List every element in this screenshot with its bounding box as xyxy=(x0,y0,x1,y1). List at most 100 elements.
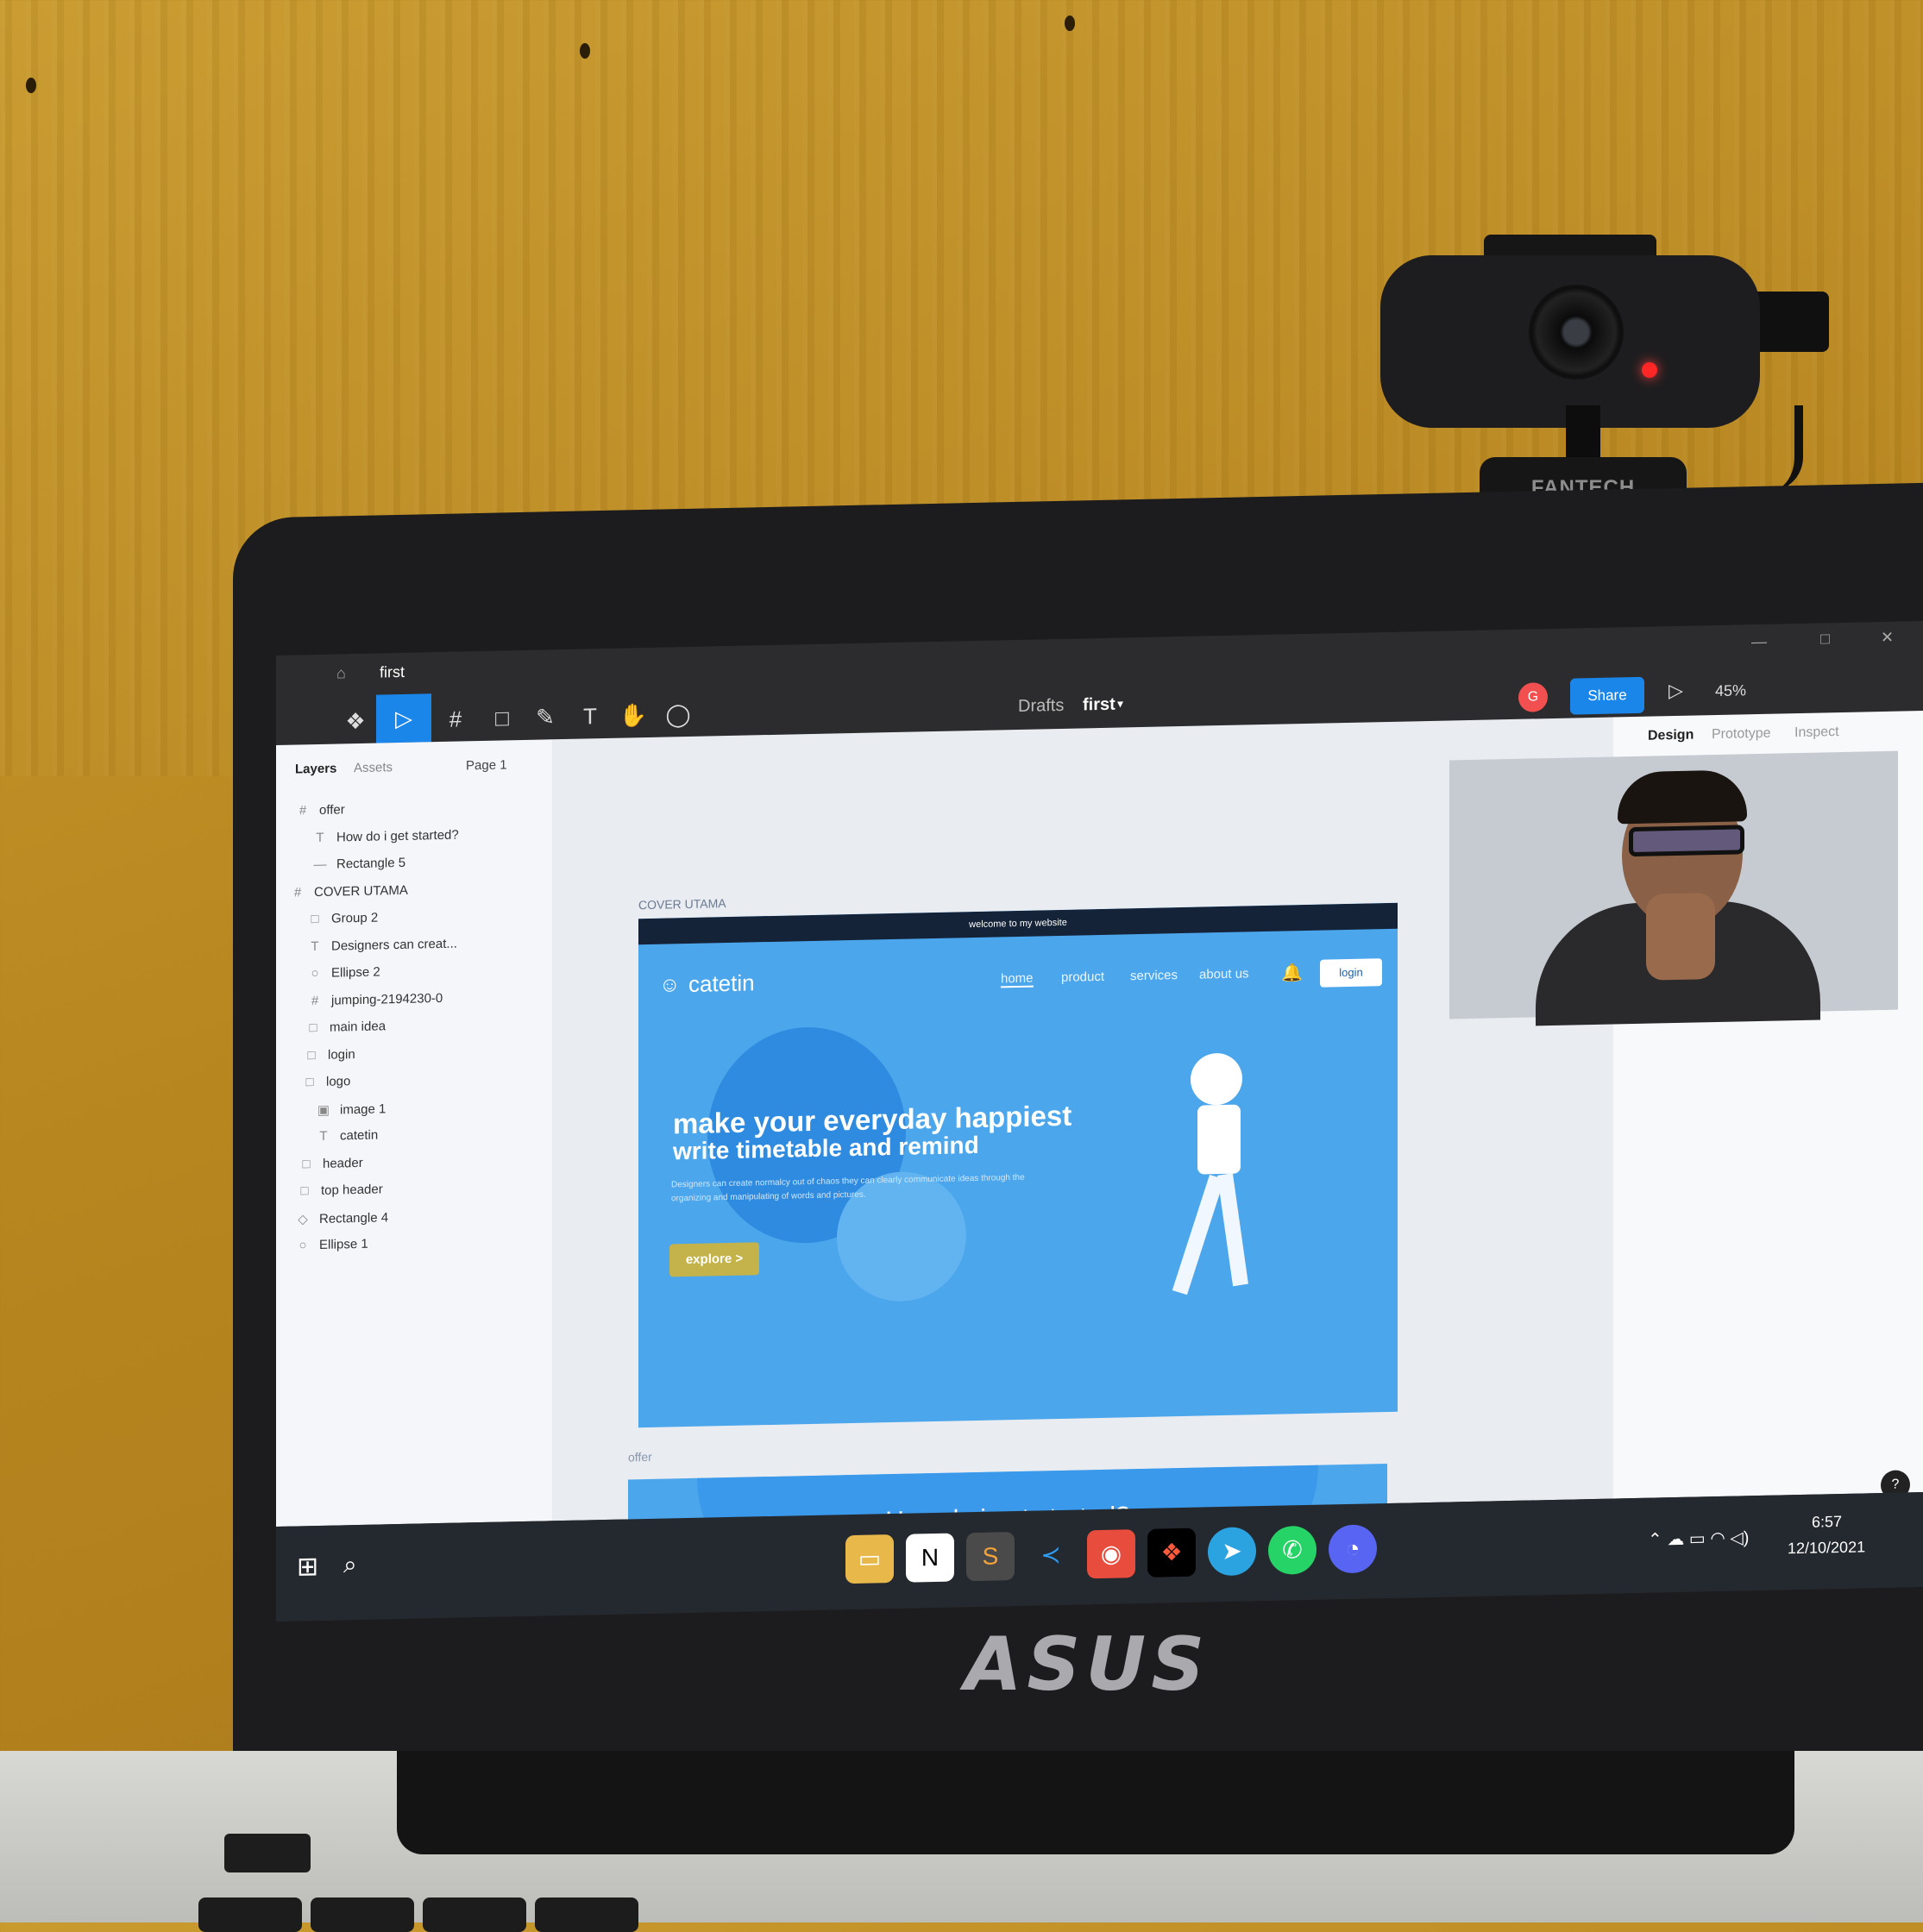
share-button[interactable]: Share xyxy=(1570,676,1644,715)
file-tab[interactable]: first xyxy=(380,663,405,682)
laptop-screen: ⌂ first — □ ✕ ❖ ▷ # □ ✎ T ✋ ◯ Drafts fir… xyxy=(276,621,1923,1622)
layer-item[interactable]: # jumping-2194230-0 xyxy=(307,990,443,1019)
file-name[interactable]: first xyxy=(1083,695,1115,716)
layer-item[interactable]: ○ Ellipse 1 xyxy=(295,1237,368,1264)
jumping-figure-head xyxy=(1191,1052,1242,1106)
home-icon[interactable]: ⌂ xyxy=(336,664,346,682)
move-tool-icon[interactable]: ▷ xyxy=(376,693,431,743)
telegram-icon[interactable]: ➤ xyxy=(1208,1527,1256,1577)
nav-home: home xyxy=(1001,970,1034,988)
site-logo: catetin xyxy=(688,969,755,997)
present-icon[interactable]: ▷ xyxy=(1668,680,1683,702)
layer-item[interactable]: □ main idea xyxy=(305,1019,386,1046)
webcam-led xyxy=(1642,362,1657,378)
layer-label: catetin xyxy=(340,1127,379,1144)
tab-design[interactable]: Design xyxy=(1648,728,1694,744)
layer-item[interactable]: Tcatetin xyxy=(316,1128,378,1156)
layer-label: Rectangle 5 xyxy=(336,855,406,872)
keyboard-key xyxy=(311,1898,414,1932)
close-icon[interactable]: ✕ xyxy=(1881,629,1894,647)
layer-item[interactable]: T Designers can creat... xyxy=(307,936,457,965)
headline-2: write timetable and remind xyxy=(673,1131,979,1165)
frame-tool-icon[interactable]: # xyxy=(437,701,474,737)
layer-type-icon: □ xyxy=(307,1047,316,1063)
tab-layers[interactable]: Layers xyxy=(295,762,336,777)
layer-label: logo xyxy=(326,1074,351,1089)
layer-item[interactable]: ○ Ellipse 2 xyxy=(307,964,380,992)
text-tool-icon[interactable]: T xyxy=(571,699,609,734)
page-selector[interactable]: Page 1 xyxy=(466,757,507,773)
layer-item[interactable]: T How do i get started? xyxy=(312,827,458,856)
layer-item[interactable]: # offer xyxy=(295,802,345,829)
power-button xyxy=(224,1834,311,1872)
hand-tool-icon[interactable]: ✋ xyxy=(614,698,652,733)
breadcrumb-drafts[interactable]: Drafts xyxy=(1018,696,1064,717)
layer-item[interactable]: □ Group 2 xyxy=(307,911,378,938)
comment-tool-icon[interactable]: ◯ xyxy=(659,697,697,732)
tab-prototype[interactable]: Prototype xyxy=(1712,726,1770,743)
offer-label[interactable]: offer xyxy=(628,1450,652,1465)
frame-label[interactable]: COVER UTAMA xyxy=(638,896,726,912)
nav-services: services xyxy=(1130,968,1178,984)
layer-type-icon: ▣ xyxy=(317,1102,330,1118)
layer-label: Rectangle 4 xyxy=(319,1209,389,1226)
layer-item[interactable]: — Rectangle 5 xyxy=(312,855,406,883)
tab-assets[interactable]: Assets xyxy=(354,760,393,775)
layer-label: Ellipse 2 xyxy=(331,964,380,981)
smile-icon: ☺ xyxy=(659,973,681,997)
layer-item[interactable]: □ login xyxy=(304,1047,355,1074)
login-button: login xyxy=(1320,958,1382,988)
layer-type-icon: # xyxy=(311,993,319,1008)
layer-type-icon: □ xyxy=(300,1183,309,1199)
keyboard-key xyxy=(198,1898,302,1932)
jumping-figure-leg xyxy=(1217,1173,1248,1287)
keyboard-key xyxy=(535,1898,638,1932)
clock-date: 12/10/2021 xyxy=(1788,1538,1866,1558)
top-banner: welcome to my website xyxy=(638,902,1398,945)
chrome-icon[interactable]: ◉ xyxy=(1087,1529,1135,1579)
file-explorer-icon[interactable]: ▭ xyxy=(845,1534,894,1584)
minimize-icon[interactable]: — xyxy=(1751,633,1767,651)
explore-button: explore > xyxy=(669,1242,759,1277)
layer-item[interactable]: □ top header xyxy=(297,1182,382,1209)
search-icon[interactable]: ⌕ xyxy=(343,1551,357,1579)
tab-inspect[interactable]: Inspect xyxy=(1794,724,1839,741)
layer-label: offer xyxy=(319,802,345,818)
jumping-figure-leg xyxy=(1172,1174,1225,1295)
layers-panel: Layers Assets Page 1 # offer T How do i get… xyxy=(276,739,552,1527)
vscode-icon[interactable]: ≺ xyxy=(1027,1531,1075,1580)
figma-menu-icon[interactable]: ❖ xyxy=(336,704,374,739)
discord-icon[interactable]: ◔ xyxy=(1329,1524,1377,1574)
laptop-logo: ASUS xyxy=(964,1622,1210,1708)
pen-tool-icon[interactable]: ✎ xyxy=(526,699,564,735)
layer-type-icon: T xyxy=(311,938,319,954)
figma-icon[interactable]: ❖ xyxy=(1147,1527,1196,1578)
layer-item[interactable]: □ header xyxy=(299,1155,362,1182)
cover-frame[interactable]: welcome to my website ☺ catetin home pro… xyxy=(638,902,1398,1428)
whatsapp-icon[interactable]: ✆ xyxy=(1268,1525,1317,1575)
wood-knot xyxy=(1065,16,1075,31)
layer-item[interactable]: ◇ Rectangle 4 xyxy=(295,1209,388,1237)
avatar[interactable]: G xyxy=(1518,682,1548,712)
bell-icon: 🔔 xyxy=(1281,963,1303,983)
layer-type-icon: □ xyxy=(309,1019,317,1036)
clock-time: 6:57 xyxy=(1812,1512,1843,1531)
layer-type-icon: — xyxy=(313,856,327,873)
sublime-icon[interactable]: S xyxy=(966,1532,1015,1582)
maximize-icon[interactable]: □ xyxy=(1820,630,1830,648)
notion-icon[interactable]: N xyxy=(906,1533,954,1583)
layer-label: login xyxy=(328,1046,355,1063)
chevron-down-icon[interactable]: ▾ xyxy=(1117,696,1123,711)
windows-start-icon[interactable]: ⊞ xyxy=(297,1552,318,1583)
zoom-level[interactable]: 45% xyxy=(1715,681,1746,700)
layer-type-icon: # xyxy=(299,803,307,819)
wood-knot xyxy=(26,78,36,93)
layer-label: image 1 xyxy=(340,1101,386,1117)
layer-item[interactable]: # COVER UTAMA xyxy=(290,882,408,911)
layer-item[interactable]: ▣ image 1 xyxy=(316,1101,386,1128)
layer-type-icon: # xyxy=(293,884,302,900)
nav-about: about us xyxy=(1199,966,1249,982)
layer-item[interactable]: □ logo xyxy=(302,1074,350,1101)
tray-icons[interactable]: ⌃ ☁ ▭ ◠ ◁) xyxy=(1648,1527,1749,1550)
shape-tool-icon[interactable]: □ xyxy=(483,700,521,736)
